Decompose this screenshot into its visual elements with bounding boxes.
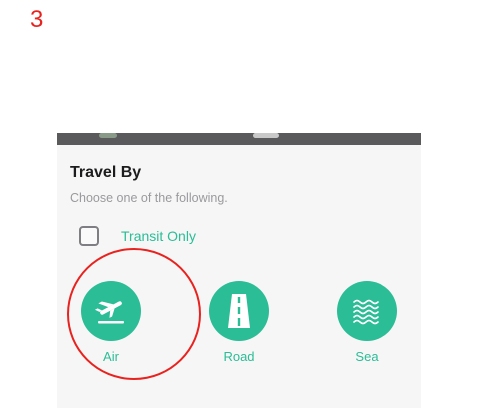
- step-number-annotation: 3: [30, 6, 44, 33]
- air-label[interactable]: Air: [71, 349, 151, 364]
- sheet-subtitle: Choose one of the following.: [70, 191, 228, 205]
- map-background: [57, 133, 421, 145]
- road-circle[interactable]: [209, 281, 269, 341]
- air-mode-button[interactable]: Air: [71, 281, 151, 381]
- road-icon: [228, 294, 250, 328]
- transit-only-checkbox[interactable]: [79, 226, 99, 246]
- road-label[interactable]: Road: [199, 349, 279, 364]
- sheet-title: Travel By: [70, 164, 142, 181]
- air-circle[interactable]: [81, 281, 141, 341]
- road-mode-button[interactable]: Road: [199, 281, 279, 381]
- phone-screen: Travel By Choose one of the following. T…: [57, 133, 421, 408]
- sea-label[interactable]: Sea: [327, 349, 407, 364]
- transit-only-label[interactable]: Transit Only: [121, 228, 196, 244]
- airplane-departure-icon: [94, 301, 124, 324]
- sea-circle[interactable]: [337, 281, 397, 341]
- waves-icon: [353, 299, 379, 325]
- sea-mode-button[interactable]: Sea: [327, 281, 407, 381]
- travel-by-sheet: Travel By Choose one of the following. T…: [57, 145, 421, 408]
